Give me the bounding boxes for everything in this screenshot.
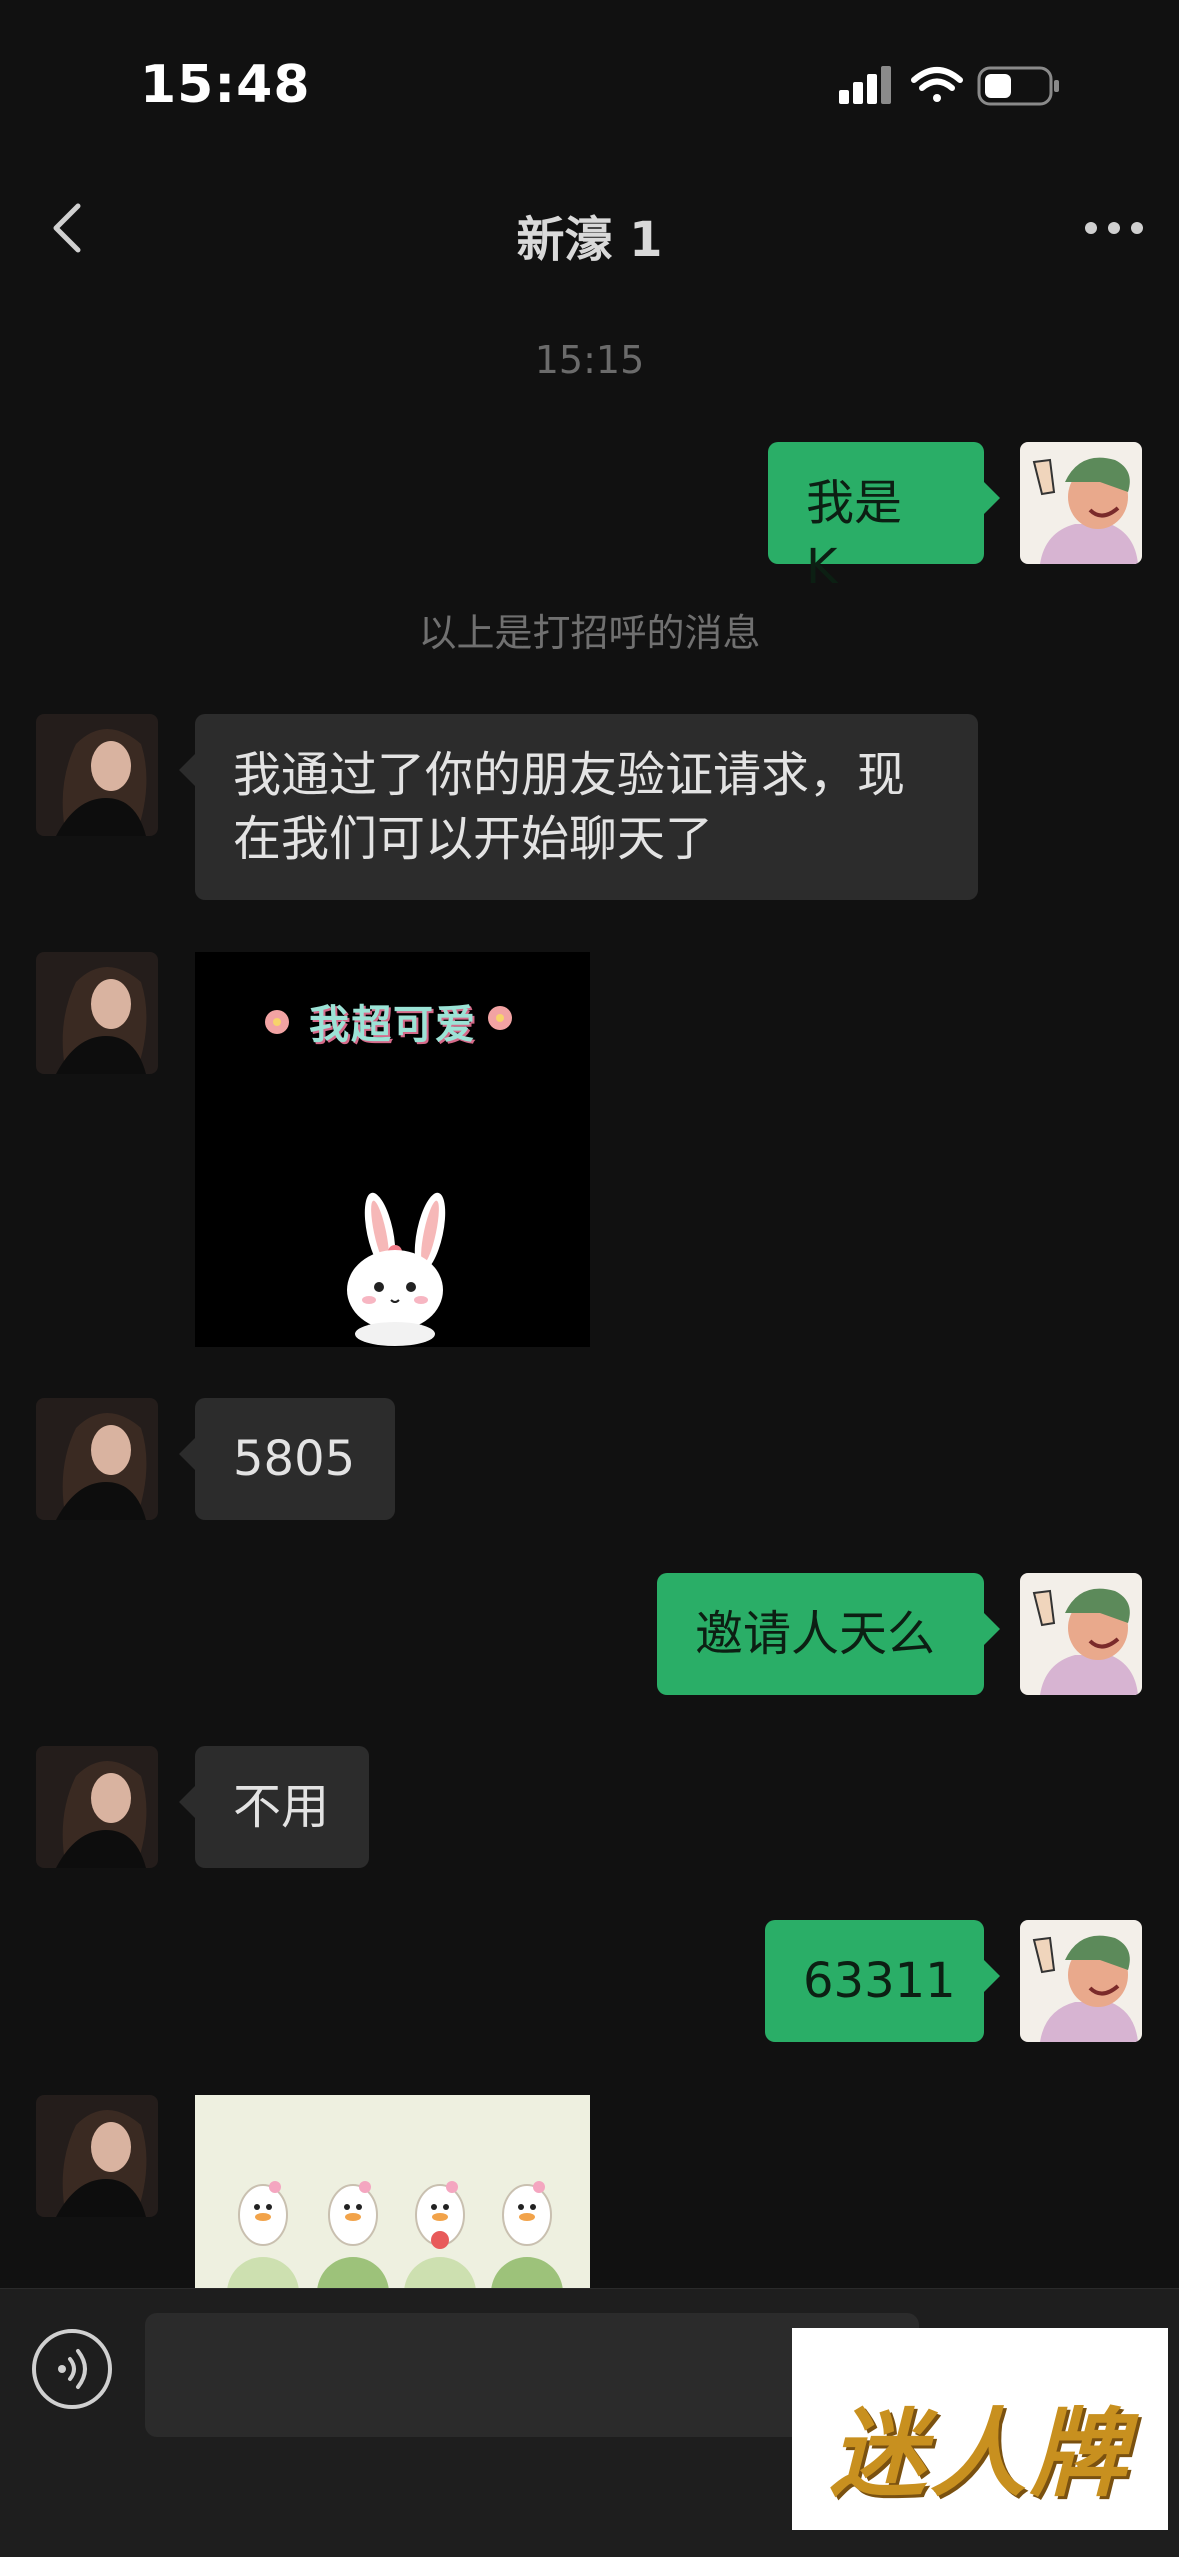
duck-figure bbox=[415, 2181, 465, 2249]
more-dots-icon bbox=[1085, 222, 1143, 234]
contact-avatar[interactable] bbox=[36, 1398, 158, 1520]
duck-figure bbox=[502, 2181, 552, 2246]
message-text: 不用 bbox=[233, 1779, 330, 1835]
chat-header: 新濠 1 bbox=[0, 170, 1179, 290]
outgoing-message[interactable]: 邀请人天么 bbox=[657, 1573, 1000, 1695]
wifi-icon bbox=[911, 67, 963, 102]
message-list[interactable]: 15:15 我是 K 以上是打招呼的消息 我通过了你的朋友验证请求，现 在我们可… bbox=[0, 290, 1179, 2288]
message-text: 63311 bbox=[803, 1953, 956, 2009]
system-notice: 以上是打招呼的消息 bbox=[418, 611, 761, 655]
chat-title: 新濠 1 bbox=[516, 212, 663, 268]
my-avatar[interactable] bbox=[1020, 1920, 1142, 2042]
outgoing-message[interactable]: 我是 K bbox=[768, 442, 1000, 595]
message-text-line: 我通过了你的朋友验证请求，现 bbox=[233, 747, 906, 803]
message-text: 邀请人天么 bbox=[695, 1606, 936, 1662]
contact-avatar[interactable] bbox=[36, 952, 158, 1074]
status-bar: 15:48 bbox=[0, 0, 1179, 170]
message-text: 5805 bbox=[233, 1431, 356, 1487]
watermark-logo: 迷人牌 bbox=[792, 2328, 1168, 2530]
contact-avatar[interactable] bbox=[36, 2095, 158, 2217]
duck-figure bbox=[328, 2181, 378, 2246]
incoming-message[interactable]: 不用 bbox=[179, 1746, 369, 1868]
voice-input-icon bbox=[58, 2349, 87, 2389]
status-time: 15:48 bbox=[140, 55, 311, 115]
duck-figure bbox=[238, 2181, 288, 2246]
contact-avatar[interactable] bbox=[36, 714, 158, 836]
message-text-line: 在我们可以开始聊天了 bbox=[233, 811, 714, 867]
sticker-caption: 我超可爱 bbox=[309, 1002, 477, 1048]
sticker-message[interactable]: 我超可爱 bbox=[195, 952, 590, 1347]
message-text: 我是 K bbox=[806, 475, 903, 595]
system-icons bbox=[839, 62, 1079, 112]
watermark-text: 迷人牌 bbox=[830, 2397, 1130, 2510]
cellular-signal-icon bbox=[839, 66, 891, 104]
battery-icon bbox=[977, 66, 1059, 106]
my-avatar[interactable] bbox=[1020, 1573, 1142, 1695]
sticker-message[interactable] bbox=[195, 2095, 590, 2288]
message-timestamp: 15:15 bbox=[534, 338, 645, 382]
contact-avatar[interactable] bbox=[36, 1746, 158, 1868]
my-avatar[interactable] bbox=[1020, 442, 1142, 564]
incoming-message[interactable]: 我通过了你的朋友验证请求，现 在我们可以开始聊天了 bbox=[179, 714, 978, 900]
voice-input-button[interactable] bbox=[32, 2329, 112, 2409]
outgoing-message[interactable]: 63311 bbox=[765, 1920, 1000, 2042]
incoming-message[interactable]: 5805 bbox=[179, 1398, 395, 1520]
more-button[interactable] bbox=[1079, 198, 1149, 258]
